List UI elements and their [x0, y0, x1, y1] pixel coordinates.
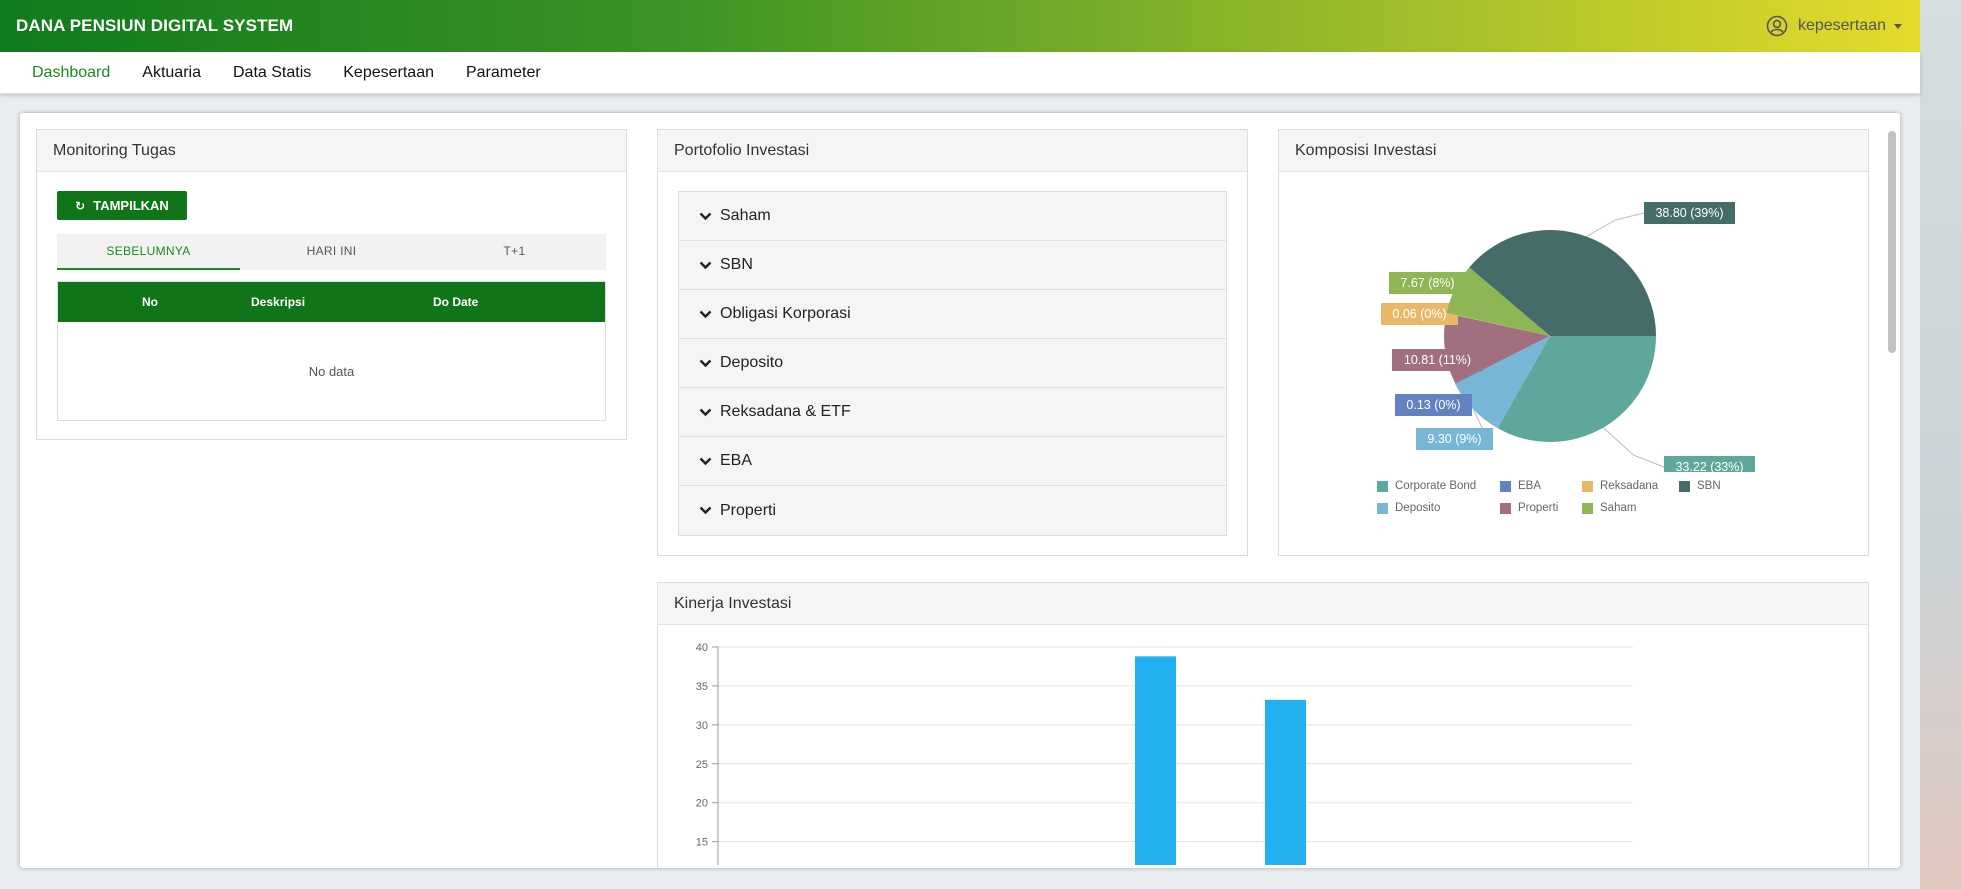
legend-label: EBA	[1518, 480, 1542, 492]
nav-kepesertaan[interactable]: Kepesertaan	[343, 64, 434, 82]
legend-item-properti[interactable]: Properti	[1500, 502, 1558, 514]
y-tick-label: 25	[696, 759, 708, 771]
legend-swatch	[1582, 502, 1593, 514]
accordion-label: Properti	[720, 501, 777, 519]
accordion-label: Obligasi Korporasi	[720, 305, 851, 322]
legend-swatch	[1582, 480, 1593, 492]
nav-data-statis[interactable]: Data Statis	[233, 64, 311, 82]
scrollbar[interactable]	[1888, 131, 1896, 353]
nav-parameter[interactable]: Parameter	[466, 64, 541, 82]
accordion-item-deposito[interactable]: Deposito	[679, 339, 1226, 388]
chevron-down-icon	[699, 359, 712, 368]
legend-swatch	[1377, 480, 1388, 492]
portfolio-title: Portofolio Investasi	[658, 130, 1247, 172]
dashboard-content: Monitoring Tugas ↻ TAMPILKAN SEBELUMNYA …	[20, 113, 1900, 868]
y-tick-label: 40	[696, 642, 708, 654]
legend-item-deposito[interactable]: Deposito	[1377, 502, 1440, 514]
pie-label-leader	[1586, 212, 1645, 237]
chevron-down-icon	[699, 310, 712, 319]
pie-data-label: 38.80 (39%)	[1655, 206, 1723, 220]
nav-dashboard[interactable]: Dashboard	[32, 64, 110, 82]
y-tick-label: 20	[696, 798, 708, 810]
top-bar: DANA PENSIUN DIGITAL SYSTEM kepesertaan	[0, 0, 1920, 52]
user-circle-icon	[1766, 15, 1788, 37]
monitoring-title: Monitoring Tugas	[37, 130, 626, 172]
legend-label: Properti	[1518, 502, 1559, 514]
monitoring-tabs: SEBELUMNYA HARI INI T+1	[57, 234, 606, 270]
performance-panel: Kinerja Investasi 40 35 30 25 20 15	[657, 582, 1869, 868]
accordion-label: EBA	[720, 452, 753, 469]
task-table-header: No Deskripsi Do Date	[58, 282, 605, 322]
legend-label: Deposito	[1395, 502, 1441, 514]
legend-item-sbn[interactable]: SBN	[1679, 480, 1721, 492]
portfolio-accordion: Saham SBN Obligasi Korporasi Deposito Re…	[678, 191, 1227, 536]
legend-label: SBN	[1697, 480, 1721, 492]
user-menu[interactable]: kepesertaan	[1766, 15, 1902, 37]
tab-hari-ini[interactable]: HARI INI	[240, 234, 423, 270]
chevron-down-icon	[699, 457, 712, 466]
pie-data-label: 0.06 (0%)	[1392, 307, 1446, 321]
tab-sebelumnya[interactable]: SEBELUMNYA	[57, 234, 240, 270]
pie-data-label: 9.30 (9%)	[1427, 432, 1481, 446]
accordion-item-obligasi-korporasi[interactable]: Obligasi Korporasi	[679, 290, 1226, 339]
tampilkan-label: TAMPILKAN	[93, 198, 169, 213]
chevron-down-icon	[699, 408, 712, 417]
legend-swatch	[1377, 502, 1388, 514]
caret-down-icon	[1894, 23, 1902, 29]
monitoring-panel: Monitoring Tugas ↻ TAMPILKAN SEBELUMNYA …	[36, 129, 627, 440]
accordion-item-sbn[interactable]: SBN	[679, 241, 1226, 290]
accordion-item-properti[interactable]: Properti	[679, 486, 1226, 535]
col-do-date[interactable]: Do Date	[433, 295, 478, 309]
empty-state: No data	[308, 364, 355, 379]
legend-label: Corporate Bond	[1395, 480, 1477, 492]
legend-label: Saham	[1600, 502, 1637, 514]
col-no[interactable]: No	[142, 295, 158, 309]
app-title: DANA PENSIUN DIGITAL SYSTEM	[16, 16, 294, 35]
pie-data-label: 7.67 (8%)	[1400, 276, 1454, 290]
chevron-down-icon	[699, 212, 712, 221]
legend-swatch	[1679, 480, 1690, 492]
accordion-item-eba[interactable]: EBA	[679, 437, 1226, 486]
tampilkan-button[interactable]: ↻ TAMPILKAN	[57, 191, 187, 220]
pie-legend: Corporate Bond EBA Reksadana SBN Deposit…	[1377, 480, 1757, 520]
accordion-label: SBN	[720, 256, 753, 273]
composition-panel: Komposisi Investasi 38.80 (39%) 33.22 (33…	[1278, 129, 1869, 556]
legend-swatch	[1500, 480, 1511, 492]
accordion-item-saham[interactable]: Saham	[679, 192, 1226, 241]
accordion-label: Reksadana & ETF	[720, 403, 851, 420]
app-window: DANA PENSIUN DIGITAL SYSTEM kepesertaan …	[0, 0, 1920, 889]
pie-data-label: 10.81 (11%)	[1404, 353, 1471, 367]
chevron-down-icon	[699, 506, 712, 515]
pie-data-label: 33.22 (33%)	[1675, 460, 1743, 472]
chevron-down-icon	[699, 261, 712, 270]
task-table: No Deskripsi Do Date No data	[57, 281, 606, 421]
pie-label-leader	[1602, 427, 1665, 468]
refresh-icon: ↻	[75, 198, 86, 213]
legend-item-reksadana[interactable]: Reksadana	[1582, 480, 1658, 492]
accordion-label: Saham	[720, 207, 771, 224]
composition-pie-chart: 38.80 (39%) 33.22 (33%) 9.30 (9%) 0.13 (0%)…	[1381, 202, 1755, 472]
legend-item-eba[interactable]: EBA	[1500, 480, 1541, 492]
accordion-item-reksadana-etf[interactable]: Reksadana & ETF	[679, 388, 1226, 437]
y-tick-label: 15	[696, 837, 708, 849]
accordion-label: Deposito	[720, 354, 784, 371]
nav-aktuaria[interactable]: Aktuaria	[142, 64, 201, 82]
y-tick-label: 35	[696, 681, 708, 693]
portfolio-panel: Portofolio Investasi Saham SBN Obligasi …	[657, 129, 1248, 556]
tab-t-plus-1[interactable]: T+1	[423, 234, 606, 270]
legend-label: Reksadana	[1600, 480, 1659, 492]
performance-bar-chart: 40 35 30 25 20 15	[696, 642, 1633, 865]
legend-item-saham[interactable]: Saham	[1582, 502, 1636, 514]
performance-title: Kinerja Investasi	[658, 583, 1868, 625]
user-name: kepesertaan	[1797, 17, 1886, 34]
legend-swatch	[1500, 502, 1511, 514]
main-nav: Dashboard Aktuaria Data Statis Kepeserta…	[0, 52, 1920, 94]
bar[interactable]	[1265, 699, 1306, 865]
y-tick-label: 30	[696, 720, 708, 732]
bar[interactable]	[1135, 656, 1176, 865]
composition-title: Komposisi Investasi	[1279, 130, 1868, 172]
pie-data-label: 0.13 (0%)	[1406, 398, 1460, 412]
legend-item-corporate-bond[interactable]: Corporate Bond	[1377, 480, 1476, 492]
col-deskripsi[interactable]: Deskripsi	[251, 295, 305, 309]
